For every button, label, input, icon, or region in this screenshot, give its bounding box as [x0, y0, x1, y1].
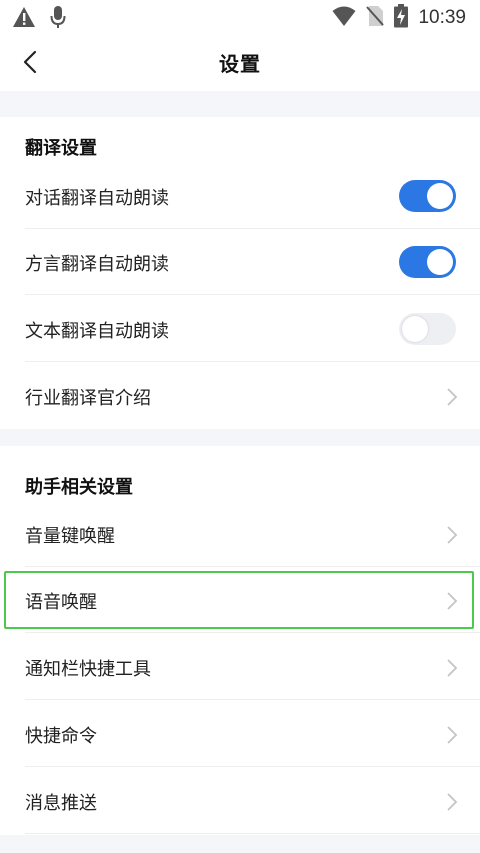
setting-dialect-auto-read[interactable]: 方言翻译自动朗读: [0, 229, 480, 295]
status-right-icons: 10:39: [332, 4, 466, 32]
setting-notification-shortcuts[interactable]: 通知栏快捷工具: [0, 634, 480, 700]
setting-volume-key-wake[interactable]: 音量键唤醒: [0, 501, 480, 567]
setting-quick-commands[interactable]: 快捷命令: [0, 701, 480, 767]
setting-label: 文本翻译自动朗读: [25, 321, 169, 342]
setting-message-push[interactable]: 消息推送: [0, 768, 480, 834]
section-gap: [0, 91, 480, 117]
toggle-text-auto-read[interactable]: [399, 313, 456, 345]
row-divider: [25, 632, 480, 633]
no-sim-icon: [366, 5, 385, 31]
warning-icon: [12, 6, 36, 32]
highlight-frame: [4, 571, 474, 629]
setting-dialog-auto-read[interactable]: 对话翻译自动朗读: [0, 163, 480, 229]
toggle-dialog-auto-read[interactable]: [399, 180, 456, 212]
section-title-assistant: 助手相关设置: [25, 477, 133, 498]
toggle-dialect-auto-read[interactable]: [399, 246, 456, 278]
setting-label: 通知栏快捷工具: [25, 659, 151, 680]
setting-text-auto-read[interactable]: 文本翻译自动朗读: [0, 296, 480, 362]
mic-icon: [50, 5, 66, 33]
row-divider: [25, 361, 480, 362]
chevron-right-icon: [447, 726, 458, 744]
app-header: 设置: [0, 33, 480, 91]
status-bar: 10:39: [0, 0, 480, 33]
setting-label: 消息推送: [25, 793, 97, 814]
row-divider: [25, 766, 480, 767]
setting-label: 方言翻译自动朗读: [25, 254, 169, 275]
chevron-right-icon: [447, 388, 458, 406]
page-title: 设置: [219, 52, 261, 76]
setting-industry-translator-intro[interactable]: 行业翻译官介绍: [0, 363, 480, 429]
toggle-knob: [427, 249, 453, 275]
row-divider: [25, 699, 480, 700]
setting-label: 行业翻译官介绍: [25, 388, 151, 409]
chevron-right-icon: [447, 793, 458, 811]
wifi-icon: [332, 5, 356, 31]
section-gap: [0, 429, 480, 446]
toggle-knob: [427, 183, 453, 209]
row-divider: [25, 833, 480, 834]
chevron-right-icon: [447, 526, 458, 544]
bottom-gap: [0, 835, 480, 853]
status-left-icons: [12, 5, 66, 33]
setting-label: 对话翻译自动朗读: [25, 188, 169, 209]
setting-label: 音量键唤醒: [25, 526, 115, 547]
row-divider: [25, 294, 480, 295]
chevron-right-icon: [447, 659, 458, 677]
status-time: 10:39: [418, 7, 466, 28]
toggle-knob: [402, 316, 428, 342]
setting-label: 快捷命令: [25, 726, 97, 747]
section-title-translation: 翻译设置: [25, 138, 97, 159]
battery-charging-icon: [394, 4, 409, 32]
